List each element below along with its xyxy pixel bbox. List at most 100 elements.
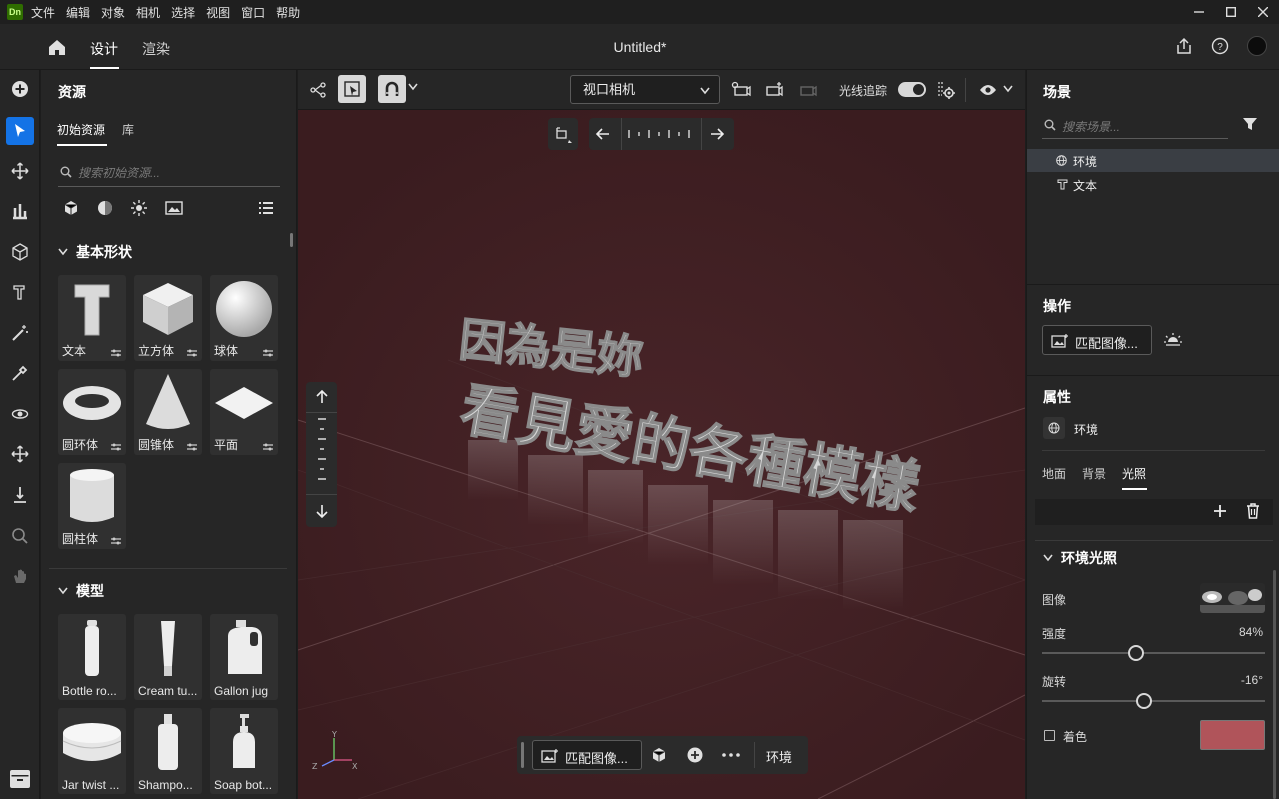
archive-icon[interactable] bbox=[6, 765, 34, 793]
align-tool-icon[interactable] bbox=[6, 197, 34, 225]
tab-render[interactable]: 渲染 bbox=[142, 39, 170, 59]
close-button[interactable] bbox=[1247, 0, 1279, 24]
tint-color-swatch[interactable] bbox=[1200, 720, 1265, 750]
assets-scrollbar[interactable] bbox=[290, 233, 293, 247]
camera-add-icon[interactable] bbox=[764, 79, 786, 101]
scene-item-environment[interactable]: 环境 bbox=[1027, 149, 1279, 172]
add-icon[interactable] bbox=[6, 75, 34, 103]
intensity-slider-thumb[interactable] bbox=[1127, 645, 1144, 661]
select-tool-icon[interactable] bbox=[6, 117, 34, 145]
list-view-icon[interactable] bbox=[258, 201, 274, 215]
menu-camera[interactable]: 相机 bbox=[136, 4, 160, 21]
menu-object[interactable]: 对象 bbox=[101, 4, 125, 21]
step-left-arrow-icon[interactable] bbox=[595, 126, 611, 142]
scene-graph-icon[interactable] bbox=[306, 78, 330, 102]
asset-cylinder[interactable]: 圆柱体 bbox=[58, 463, 126, 549]
actions-match-image-button[interactable]: 匹配图像... bbox=[1042, 325, 1152, 355]
menu-view[interactable]: 视图 bbox=[206, 4, 230, 21]
hand-icon[interactable] bbox=[6, 562, 34, 590]
tab-design[interactable]: 设计 bbox=[90, 39, 118, 59]
asset-sphere[interactable]: 球体 bbox=[210, 275, 278, 361]
camera-bookmark-icon[interactable] bbox=[730, 79, 752, 101]
step-right-arrow-icon[interactable] bbox=[709, 126, 725, 142]
step-scrubber[interactable] bbox=[627, 126, 697, 142]
asset-torus[interactable]: 圆环体 bbox=[58, 369, 126, 455]
rotation-slider-track[interactable] bbox=[1042, 700, 1265, 702]
add-model-cube-icon[interactable] bbox=[651, 747, 667, 763]
orbit-camera-icon[interactable] bbox=[6, 400, 34, 428]
menu-edit[interactable]: 编辑 bbox=[66, 4, 90, 21]
camera-remove-icon[interactable] bbox=[798, 79, 820, 101]
text-3d-tool-icon[interactable] bbox=[6, 278, 34, 306]
asset-gallon-jug[interactable]: Gallon jug bbox=[210, 614, 278, 700]
scene-item-text[interactable]: 文本 bbox=[1027, 173, 1279, 196]
visibility-eye-icon[interactable] bbox=[978, 80, 998, 100]
tab-starter-assets[interactable]: 初始资源 bbox=[57, 121, 105, 138]
asset-jar-twist[interactable]: Jar twist ... bbox=[58, 708, 126, 794]
viewport-canvas[interactable]: 因為是妳 看見愛的各種模樣 Y X Z 匹配图像... 环境 bbox=[298, 110, 1025, 799]
properties-scrollbar[interactable] bbox=[1273, 570, 1276, 799]
tint-checkbox[interactable] bbox=[1044, 730, 1055, 741]
render-settings-icon[interactable] bbox=[935, 79, 957, 101]
avatar[interactable] bbox=[1247, 36, 1267, 56]
asset-text[interactable]: 文本 bbox=[58, 275, 126, 361]
visibility-chevron-icon[interactable] bbox=[1003, 85, 1013, 93]
sun-horizon-icon[interactable] bbox=[1163, 332, 1183, 348]
prop-tab-background[interactable]: 背景 bbox=[1082, 465, 1106, 482]
prop-tab-lighting[interactable]: 光照 bbox=[1122, 465, 1146, 482]
intensity-slider-track[interactable] bbox=[1042, 652, 1265, 654]
menu-select[interactable]: 选择 bbox=[171, 4, 195, 21]
cube-tool-icon[interactable] bbox=[6, 238, 34, 266]
camera-select[interactable]: 视口相机 bbox=[570, 75, 720, 104]
delete-light-icon[interactable] bbox=[1245, 502, 1261, 520]
select-mode-icon[interactable] bbox=[338, 75, 366, 103]
move-tool-icon[interactable] bbox=[6, 157, 34, 185]
asset-cube[interactable]: 立方体 bbox=[134, 275, 202, 361]
env-light-header[interactable]: 环境光照 bbox=[1043, 548, 1117, 568]
tab-library[interactable]: 库 bbox=[122, 121, 134, 138]
maximize-button[interactable] bbox=[1215, 0, 1247, 24]
more-icon[interactable] bbox=[722, 753, 740, 757]
menu-file[interactable]: 文件 bbox=[31, 4, 55, 21]
home-icon[interactable] bbox=[46, 36, 68, 58]
asset-search-input[interactable]: 搜索初始资源... bbox=[58, 161, 280, 187]
filter-materials-icon[interactable] bbox=[97, 200, 113, 216]
add-light-icon[interactable] bbox=[1212, 503, 1228, 519]
env-image-thumbnail[interactable] bbox=[1200, 583, 1265, 613]
asset-soap-bottle[interactable]: Soap bot... bbox=[210, 708, 278, 794]
filter-icon[interactable] bbox=[1242, 116, 1258, 132]
models-header[interactable]: 模型 bbox=[58, 581, 104, 601]
magic-wand-icon[interactable] bbox=[6, 319, 34, 347]
filter-lights-icon[interactable] bbox=[131, 200, 147, 216]
menu-help[interactable]: 帮助 bbox=[276, 4, 300, 21]
snap-icon[interactable] bbox=[378, 75, 406, 103]
eyedropper-icon[interactable] bbox=[6, 359, 34, 387]
asset-plane[interactable]: 平面 bbox=[210, 369, 278, 455]
filter-images-icon[interactable] bbox=[165, 200, 183, 216]
asset-cream-tube[interactable]: Cream tu... bbox=[134, 614, 202, 700]
filter-3d-models-icon[interactable] bbox=[63, 200, 79, 216]
scene-search-input[interactable]: 搜索场景... bbox=[1042, 113, 1228, 139]
asset-bottle-roller[interactable]: Bottle ro... bbox=[58, 614, 126, 700]
asset-cone[interactable]: 圆锥体 bbox=[134, 369, 202, 455]
pan-camera-icon[interactable] bbox=[6, 440, 34, 468]
help-icon[interactable]: ? bbox=[1211, 37, 1229, 55]
env-quick-button[interactable]: 环境 bbox=[766, 747, 792, 766]
camera-reset-button[interactable] bbox=[548, 118, 578, 150]
zoom-icon[interactable] bbox=[6, 522, 34, 550]
share-icon[interactable] bbox=[1175, 37, 1193, 55]
minimize-button[interactable] bbox=[1183, 0, 1215, 24]
asset-shampoo[interactable]: Shampo... bbox=[134, 708, 202, 794]
dolly-camera-icon[interactable] bbox=[6, 481, 34, 509]
basic-shapes-header[interactable]: 基本形状 bbox=[58, 242, 132, 262]
drag-handle[interactable] bbox=[521, 742, 524, 768]
step-down-arrow-icon[interactable] bbox=[314, 503, 330, 519]
vertical-scrubber[interactable] bbox=[314, 417, 330, 489]
add-circle-icon[interactable] bbox=[687, 747, 703, 763]
raytrace-toggle[interactable] bbox=[898, 82, 926, 97]
match-image-button[interactable]: 匹配图像... bbox=[532, 740, 642, 770]
menu-window[interactable]: 窗口 bbox=[241, 4, 265, 21]
snap-options-chevron-icon[interactable] bbox=[408, 83, 418, 91]
step-up-arrow-icon[interactable] bbox=[314, 389, 330, 405]
rotation-slider-thumb[interactable] bbox=[1136, 693, 1152, 709]
